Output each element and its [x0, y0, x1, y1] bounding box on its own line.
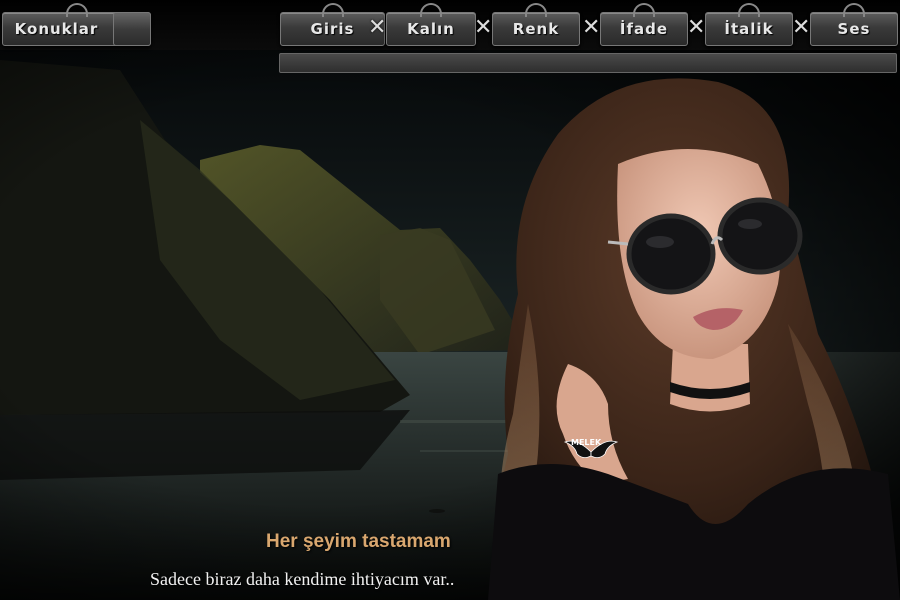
sound-label: Ses — [837, 20, 871, 38]
bold-label: Kalın — [407, 20, 455, 38]
italic-button[interactable]: İtalik — [705, 3, 793, 46]
message-input-bar[interactable] — [279, 53, 897, 73]
emoticon-button[interactable]: İfade — [600, 3, 688, 46]
hanger-icon — [65, 3, 88, 17]
button-tab — [113, 12, 151, 46]
separator-icon: ✕ — [582, 15, 601, 40]
hanger-icon — [321, 3, 344, 17]
color-label: Renk — [512, 20, 560, 38]
woman-portrait — [488, 78, 900, 600]
caption-title: Her şeyim tastamam — [266, 531, 451, 552]
guests-button[interactable]: Konuklar — [2, 3, 151, 46]
sound-button[interactable]: Ses — [810, 3, 898, 46]
separator-icon: ✕ — [368, 15, 387, 40]
separator-icon: ✕ — [687, 15, 706, 40]
bold-button[interactable]: Kalın — [386, 3, 476, 46]
caption-subtitle: Sadece biraz daha kendime ihtiyacım var.… — [150, 569, 455, 589]
portrait-image — [488, 74, 900, 600]
color-button[interactable]: Renk — [492, 3, 580, 46]
watermark: MELEK — [563, 432, 619, 466]
italic-label: İtalik — [724, 20, 774, 38]
guests-label: Konuklar — [14, 20, 99, 38]
watermark-text: MELEK — [571, 438, 602, 447]
separator-icon: ✕ — [474, 15, 493, 40]
separator-icon: ✕ — [792, 15, 811, 40]
login-label: Giris — [310, 20, 355, 38]
emoticon-label: İfade — [619, 20, 669, 38]
